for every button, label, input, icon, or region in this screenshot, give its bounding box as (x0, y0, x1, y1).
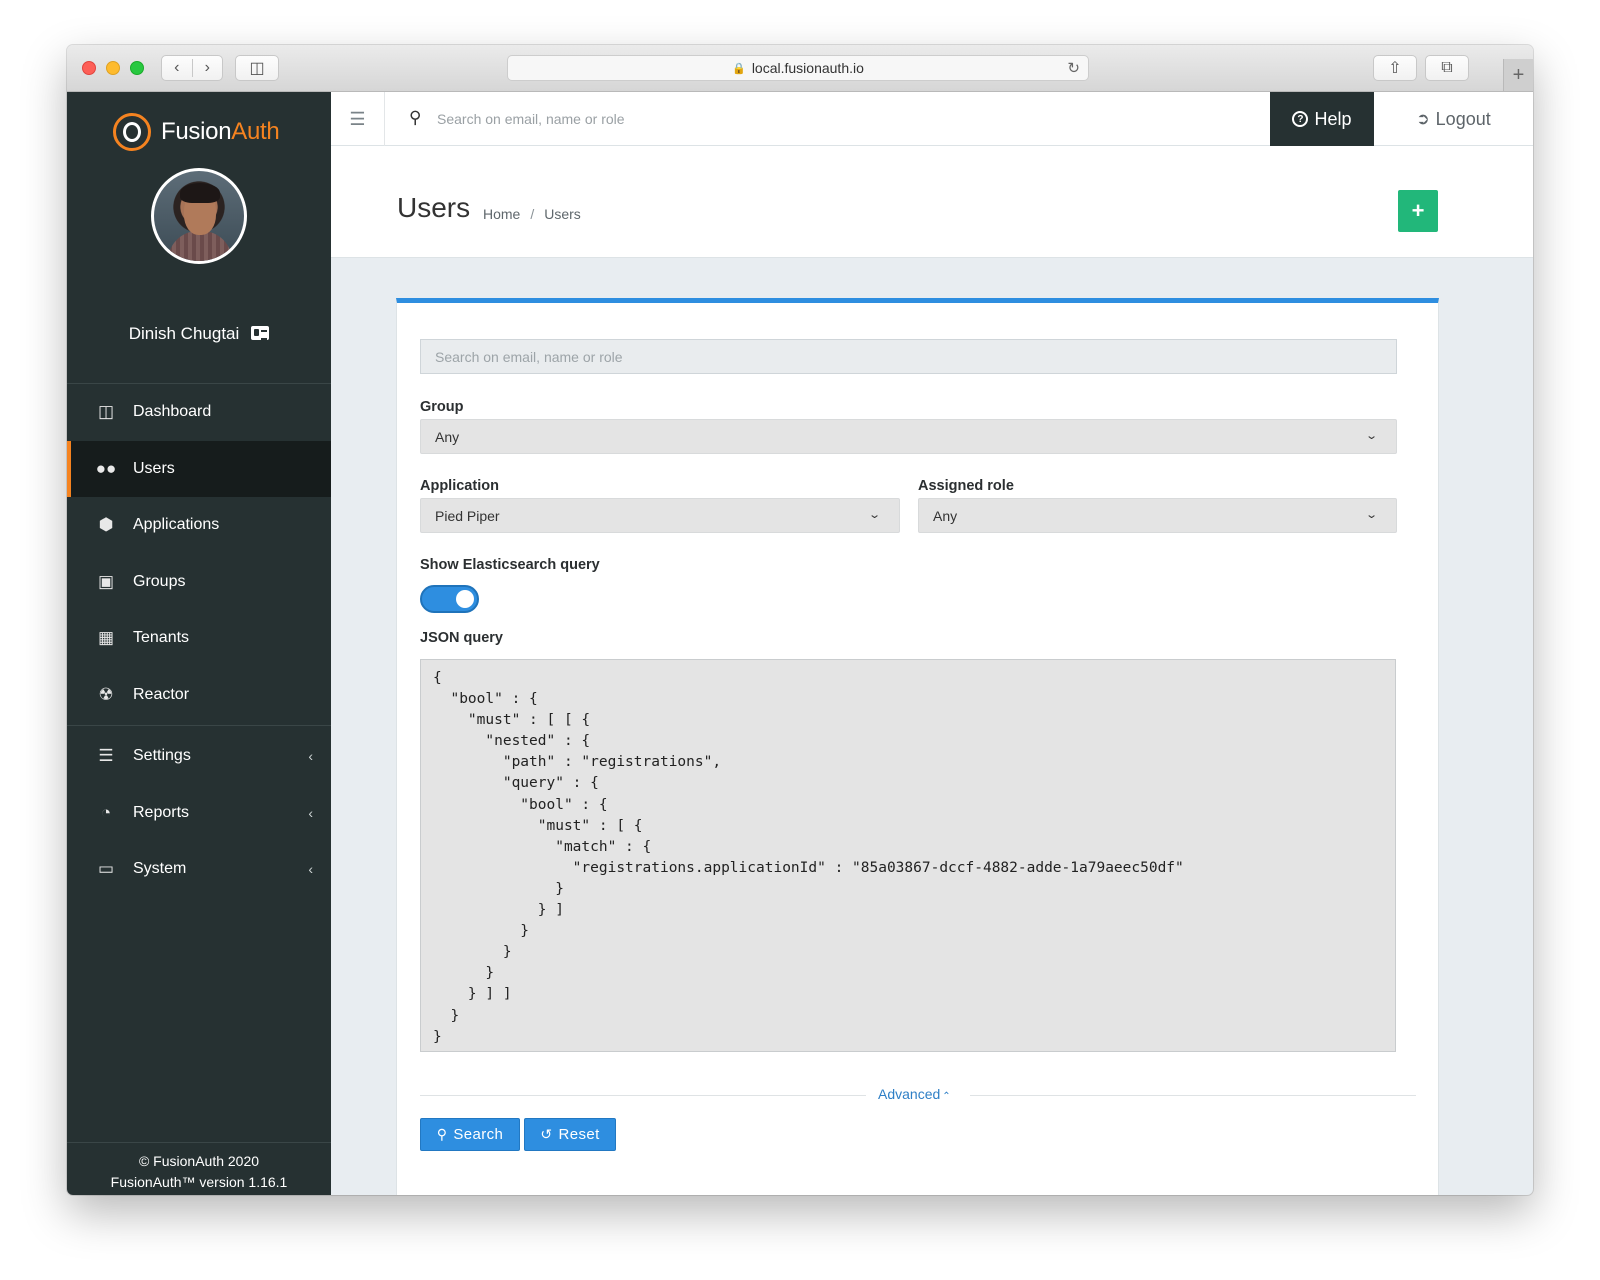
advanced-toggle-link[interactable]: Advanced ⌃ (878, 1086, 951, 1102)
help-button[interactable]: ? Help (1270, 92, 1374, 146)
chevron-up-icon: ⌃ (942, 1091, 951, 1102)
page-title: Users (397, 192, 471, 223)
json-query-label: JSON query (420, 630, 503, 646)
top-search-input[interactable] (437, 106, 1137, 132)
reactor-icon: ☢ (98, 684, 114, 704)
id-card-icon[interactable] (251, 326, 270, 340)
brand-logo[interactable]: FusionAuth (113, 112, 280, 152)
sidebar-item-system[interactable]: ▭ System ‹ (67, 841, 331, 898)
question-circle-icon: ? (1292, 111, 1309, 127)
plus-icon: + (1411, 198, 1425, 223)
users-icon: ●● (95, 458, 117, 478)
toggle-knob (456, 590, 474, 608)
logout-button[interactable]: ➲ Logout (1374, 92, 1533, 146)
search-panel: Group Any ⌄ Application Pied Piper ⌄ Ass… (396, 298, 1439, 1195)
show-query-toggle[interactable] (420, 585, 479, 613)
advanced-divider: Advanced ⌃ (420, 1085, 1416, 1105)
page-header: Users Home / Users + (331, 146, 1533, 258)
browser-toolbar: ‹ › ◫ 🔒 local.fusionauth.io ↻ ⇧ ⧉ + (67, 45, 1533, 92)
sidebar-item-dashboard[interactable]: ◫ Dashboard (67, 384, 331, 441)
sidebar-item-groups[interactable]: ▣ Groups (67, 554, 331, 611)
undo-icon: ↺ (540, 1126, 553, 1142)
browser-window: ‹ › ◫ 🔒 local.fusionauth.io ↻ ⇧ ⧉ + Fusi… (67, 45, 1533, 1195)
lock-icon: 🔒 (732, 62, 746, 75)
url-text: local.fusionauth.io (751, 60, 864, 76)
json-query-box[interactable]: { "bool" : { "must" : [ [ { "nested" : {… (420, 659, 1396, 1052)
search-button[interactable]: ⚲ Search (420, 1118, 520, 1151)
group-select[interactable]: Any ⌄ (420, 419, 1397, 454)
assigned-role-select[interactable]: Any ⌄ (918, 498, 1397, 533)
sidebar-item-reports[interactable]: ◔ Reports ‹ (67, 785, 331, 842)
add-user-button[interactable]: + (1398, 190, 1438, 232)
breadcrumb: Home / Users (483, 206, 581, 222)
browser-sidebar-icon[interactable]: ◫ (235, 55, 279, 81)
history-nav: ‹ › (161, 55, 223, 81)
user-search-input[interactable] (420, 339, 1397, 374)
groups-icon: ▣ (97, 571, 115, 591)
sidebar-item-reactor[interactable]: ☢ Reactor (67, 667, 331, 724)
cube-icon: ⬢ (98, 515, 114, 535)
sidebar-footer: © FusionAuth 2020 FusionAuth™ version 1.… (67, 1142, 331, 1195)
forward-icon[interactable]: › (193, 59, 223, 77)
assigned-role-label: Assigned role (918, 478, 1014, 494)
chevron-down-icon: ⌄ (867, 509, 881, 521)
back-icon[interactable]: ‹ (162, 59, 193, 77)
pie-chart-icon: ◔ (100, 802, 112, 822)
menu-toggle-icon[interactable]: ☰ (331, 92, 385, 146)
avatar[interactable] (151, 168, 247, 264)
desktop-icon: ▭ (97, 859, 115, 879)
search-icon: ⚲ (436, 1126, 448, 1142)
sliders-icon: ☰ (98, 746, 114, 766)
share-icon[interactable]: ⇧ (1373, 55, 1417, 81)
show-query-label: Show Elasticsearch query (420, 557, 600, 573)
search-icon: ⚲ (409, 108, 422, 127)
chevron-down-icon: ⌄ (1364, 509, 1378, 521)
close-window-button[interactable] (82, 61, 96, 75)
new-tab-icon[interactable]: + (1503, 59, 1533, 91)
user-name: Dinish Chugtai (67, 324, 331, 344)
copyright-text: © FusionAuth 2020 (138, 1153, 260, 1169)
reload-icon[interactable]: ↻ (1067, 59, 1080, 77)
zoom-window-button[interactable] (130, 61, 144, 75)
application-select[interactable]: Pied Piper ⌄ (420, 498, 900, 533)
sidebar-item-tenants[interactable]: ▦ Tenants (67, 610, 331, 667)
breadcrumb-users: Users (544, 206, 581, 222)
group-label: Group (420, 399, 464, 415)
fusionauth-logo-icon (113, 113, 151, 151)
chevron-left-icon: ‹ (308, 861, 313, 878)
sidebar-menu: ◫ Dashboard ●● Users ⬢ Applications ▣ Gr… (67, 383, 331, 898)
sidebar-item-applications[interactable]: ⬢ Applications (67, 497, 331, 554)
brand-name-part2: Auth (231, 118, 280, 145)
building-icon: ▦ (97, 628, 115, 648)
chevron-left-icon: ‹ (308, 748, 313, 765)
reset-button[interactable]: ↺ Reset (524, 1118, 616, 1151)
application-label: Application (420, 478, 499, 494)
sign-out-icon: ➲ (1416, 111, 1430, 128)
dashboard-icon: ◫ (97, 402, 115, 422)
chevron-down-icon: ⌄ (1364, 430, 1378, 442)
breadcrumb-home[interactable]: Home (483, 206, 520, 222)
sidebar-item-users[interactable]: ●● Users (67, 440, 331, 497)
minimize-window-button[interactable] (106, 61, 120, 75)
sidebar-item-settings[interactable]: ☰ Settings ‹ (67, 728, 331, 785)
address-bar[interactable]: 🔒 local.fusionauth.io ↻ (507, 55, 1089, 81)
chevron-left-icon: ‹ (308, 804, 313, 821)
brand-name-part1: Fusion (161, 118, 232, 145)
top-bar: ☰ ⚲ ? Help ➲ Logout (331, 92, 1533, 146)
tabs-overview-icon[interactable]: ⧉ (1425, 55, 1469, 81)
version-text: FusionAuth™ version 1.16.1 (110, 1174, 288, 1190)
sidebar: FusionAuth Dinish Chugtai ◫ Dashboard ●●… (67, 92, 331, 1195)
